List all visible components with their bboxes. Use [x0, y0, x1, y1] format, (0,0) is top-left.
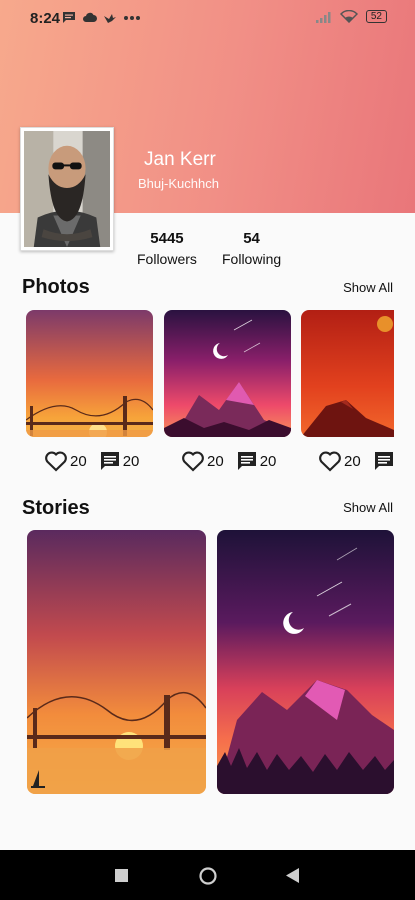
like-count: 20	[207, 452, 224, 470]
like-button[interactable]: 20	[181, 450, 224, 472]
comment-button[interactable]: 20	[236, 450, 277, 472]
comment-icon	[237, 452, 256, 470]
status-time: 8:24	[30, 10, 61, 27]
stories-show-all-button[interactable]: Show All	[343, 500, 393, 515]
bird-icon	[104, 13, 116, 23]
following-stat[interactable]: 54 Following	[222, 230, 281, 267]
message-icon	[63, 12, 75, 23]
photo-3-actions: 20	[318, 450, 407, 472]
cloud-icon	[83, 12, 97, 22]
comment-icon	[100, 452, 119, 470]
like-button[interactable]: 20	[44, 450, 87, 472]
photo-2-actions: 20 20	[181, 450, 288, 472]
profile-location: Bhuj-Kuchhch	[138, 176, 219, 191]
heart-icon	[45, 451, 67, 472]
like-count: 20	[344, 452, 361, 470]
photo-card-red-mountain[interactable]	[301, 310, 394, 437]
story-card-bridge[interactable]	[27, 530, 206, 794]
photos-title: Photos	[22, 276, 90, 298]
like-button[interactable]: 20	[318, 450, 361, 472]
battery-icon: 52	[365, 10, 387, 23]
following-count: 54	[243, 230, 260, 247]
back-triangle-icon[interactable]	[286, 868, 299, 883]
home-circle-icon[interactable]	[199, 867, 217, 885]
signal-icon	[315, 11, 331, 23]
android-nav-bar	[0, 850, 415, 900]
heart-icon	[182, 451, 204, 472]
comment-button[interactable]: 20	[99, 450, 140, 472]
story-card-mountain[interactable]	[217, 530, 394, 794]
stories-title: Stories	[22, 497, 90, 519]
heart-icon	[319, 451, 341, 472]
wifi-icon	[339, 10, 358, 23]
like-count: 20	[70, 452, 87, 470]
photo-card-mountain[interactable]	[164, 310, 291, 437]
profile-avatar[interactable]	[20, 127, 114, 251]
status-bar: 8:24 52	[0, 0, 415, 34]
followers-stat[interactable]: 5445 Followers	[137, 230, 197, 267]
photo-card-bridge[interactable]	[26, 310, 153, 437]
followers-label: Followers	[137, 251, 197, 267]
photo-1-actions: 20 20	[44, 450, 151, 472]
following-label: Following	[222, 251, 282, 267]
recents-square-icon[interactable]	[115, 869, 128, 882]
comment-icon	[374, 452, 393, 470]
photos-show-all-button[interactable]: Show All	[343, 280, 393, 295]
more-dots-icon	[124, 15, 140, 20]
comment-count: 20	[259, 452, 277, 470]
comment-button[interactable]	[373, 450, 395, 472]
comment-count: 20	[122, 452, 140, 470]
profile-name: Jan Kerr	[144, 149, 216, 170]
followers-count: 5445	[150, 230, 184, 247]
